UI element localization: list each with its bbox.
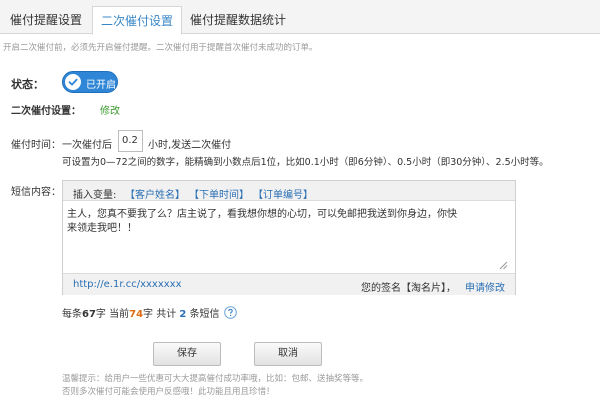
total-unit: 条短信 bbox=[189, 309, 220, 320]
tip-line-2: 否则多次催付可能会使用户反感哦！此功能且用且珍惜！ bbox=[62, 387, 275, 397]
current-value: 74 bbox=[129, 309, 144, 320]
sms-footer: http://e.1r.cc/xxxxxxx 您的签名【淘名片】， 申请修改 bbox=[63, 273, 515, 295]
variable-order-number[interactable]: 【订单编号】 bbox=[253, 186, 313, 201]
tab-second-remind-settings[interactable]: 二次催付设置 bbox=[92, 6, 182, 35]
tip-line-1: 温馨提示：给用户一些优惠可大大提高催付成功率哦，比如：包邮、送抽奖等等。 bbox=[62, 374, 369, 384]
remind-hours-input[interactable]: 0.2 bbox=[118, 130, 143, 152]
current-unit: 字 bbox=[143, 309, 154, 320]
cancel-button[interactable]: 取消 bbox=[254, 342, 322, 366]
remind-time-label: 催付时间： bbox=[11, 140, 61, 151]
total-label: 共计 bbox=[156, 309, 177, 320]
status-label: 状态： bbox=[11, 78, 44, 91]
total-value: 2 bbox=[179, 309, 187, 320]
status-toggle[interactable]: 已开启 bbox=[62, 71, 118, 93]
tab-bar: 催付提醒设置 二次催付设置 催付提醒数据统计 bbox=[0, 0, 600, 35]
short-url-link[interactable]: http://e.1r.cc/xxxxxxx bbox=[73, 279, 182, 290]
remind-time-hint: 可设置为0—72之间的数字，能精确到小数点后1位，比如0.1小时（即6分钟）、0… bbox=[62, 157, 549, 168]
per-sms-label: 每条 bbox=[62, 309, 82, 320]
variable-order-time[interactable]: 【下单时间】 bbox=[189, 186, 249, 201]
per-sms-value: 67 bbox=[82, 309, 96, 320]
status-toggle-text: 已开启 bbox=[86, 80, 116, 91]
help-icon[interactable] bbox=[223, 306, 237, 322]
apply-modify-link[interactable]: 申请修改 bbox=[465, 279, 505, 294]
variable-customer-name[interactable]: 【客户姓名】 bbox=[125, 186, 185, 201]
current-label: 当前 bbox=[109, 309, 130, 320]
resize-handle-icon[interactable] bbox=[499, 261, 508, 273]
second-remind-setting-label: 二次催付设置： bbox=[11, 106, 81, 117]
check-icon bbox=[65, 74, 81, 90]
remind-time-suffix: 小时,发送二次催付 bbox=[148, 140, 232, 151]
sms-editor: 插入变量: 【客户姓名】 【下单时间】 【订单编号】 主人，您真不要我了么？店主… bbox=[62, 180, 516, 295]
notice-text: 开启二次催付前，必须先开启催付提醒。二次催付用于提醒首次催付未成功的订单。 bbox=[3, 43, 318, 53]
variable-toolbar: 插入变量: 【客户姓名】 【下单时间】 【订单编号】 bbox=[63, 181, 515, 201]
save-button[interactable]: 保存 bbox=[153, 342, 221, 366]
edit-link[interactable]: 修改 bbox=[100, 102, 120, 117]
tip-text: 温馨提示：给用户一些优惠可大大提高催付成功率哦，比如：包邮、送抽奖等等。 否则多… bbox=[62, 373, 368, 399]
insert-variable-label: 插入变量: bbox=[73, 190, 117, 201]
tab-remind-settings[interactable]: 催付提醒设置 bbox=[0, 6, 92, 34]
per-sms-unit: 字 bbox=[95, 309, 106, 320]
remind-time-prefix: 一次催付后 bbox=[62, 140, 112, 151]
sms-content-label: 短信内容： bbox=[11, 187, 61, 198]
signature-text: 您的签名【淘名片】， bbox=[361, 283, 456, 294]
sms-counter: 每条67字 当前74字 共计 2 条短信 bbox=[62, 305, 237, 322]
sms-content-textarea[interactable]: 主人，您真不要我了么？店主说了，看我想你想的心切，可以免邮把我送到你身边，你快 … bbox=[67, 208, 487, 270]
tab-remind-statistics[interactable]: 催付提醒数据统计 bbox=[183, 6, 293, 34]
